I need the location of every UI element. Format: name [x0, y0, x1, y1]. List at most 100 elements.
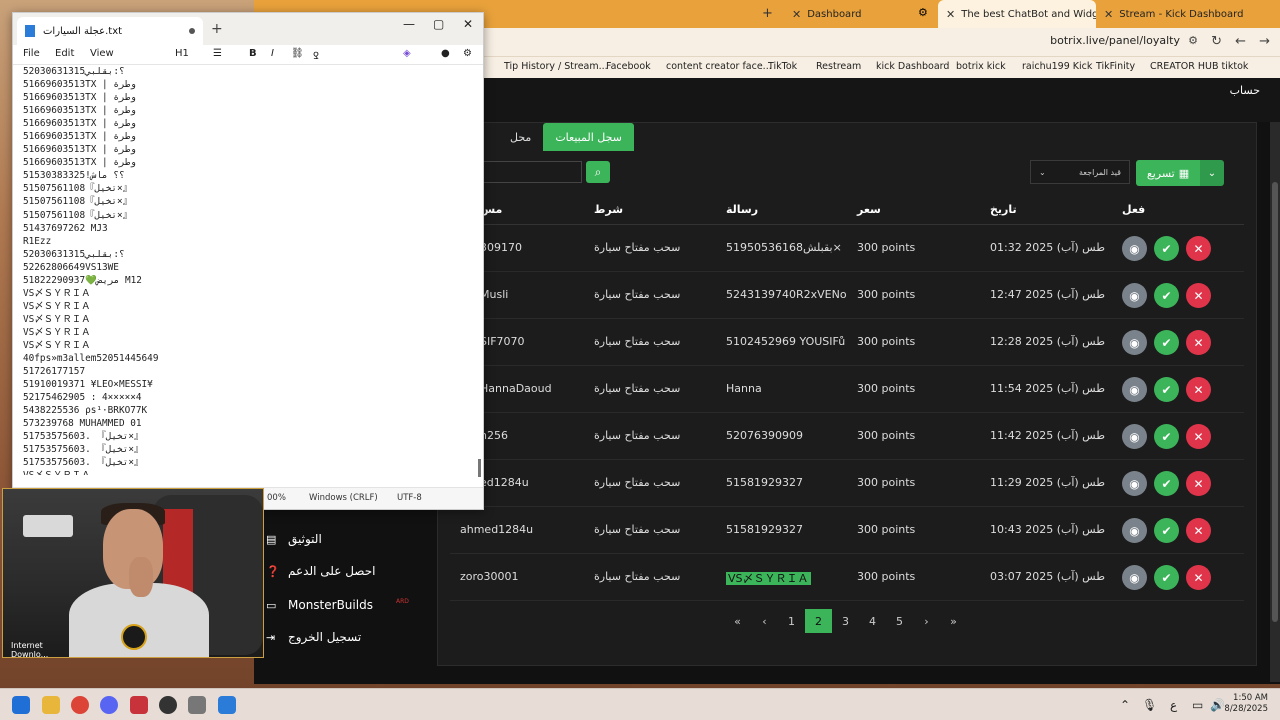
reject-button[interactable]: ✕: [1186, 236, 1211, 261]
clock[interactable]: 1:50 AM 8/28/2025: [1224, 693, 1268, 715]
tab-sales-log[interactable]: سجل المبيعات: [543, 123, 634, 151]
reject-button[interactable]: ✕: [1186, 283, 1211, 308]
view-button[interactable]: ◉: [1122, 424, 1147, 449]
bookmark-item[interactable]: CREATOR HUB tiktok: [1150, 61, 1248, 72]
minimize-icon[interactable]: —: [403, 17, 415, 31]
page-5[interactable]: 5: [886, 609, 913, 633]
page-scrollbar[interactable]: [1270, 122, 1280, 682]
language-indicator[interactable]: ع: [1170, 698, 1177, 712]
bookmark-item[interactable]: botrix kick: [956, 61, 1006, 72]
tab-shop[interactable]: محل: [498, 123, 543, 151]
notepad-taskbar-icon[interactable]: [218, 696, 236, 714]
page-2[interactable]: 2: [805, 609, 832, 633]
maximize-icon[interactable]: ▢: [433, 17, 444, 31]
reject-button[interactable]: ✕: [1186, 518, 1211, 543]
approve-button[interactable]: ✔: [1154, 471, 1179, 496]
status-filter-select[interactable]: ⌄ قيد المراجعة: [1030, 160, 1130, 184]
bookmark-item[interactable]: kick Dashboard: [876, 61, 949, 72]
menu-view[interactable]: View: [90, 48, 114, 59]
reject-button[interactable]: ✕: [1186, 330, 1211, 355]
bookmark-item[interactable]: Tip History / Stream...: [504, 61, 608, 72]
close-icon[interactable]: ✕: [1104, 8, 1113, 21]
bookmark-item[interactable]: raichu199 Kick: [1022, 61, 1092, 72]
approve-button[interactable]: ✔: [1154, 236, 1179, 261]
account-menu[interactable]: حساب: [1230, 84, 1260, 97]
bookmark-item[interactable]: Restream: [816, 61, 861, 72]
prev-page-icon[interactable]: ‹: [751, 609, 778, 633]
chrome-icon[interactable]: [71, 696, 89, 714]
heading-dropdown[interactable]: H1: [175, 48, 189, 59]
obs-icon[interactable]: [159, 696, 177, 714]
notepad-tab[interactable]: عجلة السيارات.txt: [17, 17, 203, 45]
tab-kick-dashboard[interactable]: ✕ Stream - Kick Dashboard: [1096, 0, 1246, 28]
next-page-icon[interactable]: ›: [913, 609, 940, 633]
reload-icon[interactable]: ↻: [1211, 34, 1222, 49]
gear-icon[interactable]: ⚙: [463, 48, 472, 59]
start-icon[interactable]: [12, 696, 30, 714]
bookmark-item[interactable]: TikTok: [768, 61, 797, 72]
sidebar-item-logout[interactable]: ⇥ تسجيل الخروج: [266, 630, 361, 644]
mic-icon[interactable]: 🎙: [1142, 698, 1157, 712]
tune-icon[interactable]: ⚙: [1188, 34, 1198, 47]
tab-dashboard[interactable]: ✕ Dashboard: [784, 0, 934, 28]
first-page-icon[interactable]: «: [724, 609, 751, 633]
last-page-icon[interactable]: »: [940, 609, 967, 633]
sidebar-item-support[interactable]: ❓ احصل على الدعم: [266, 564, 375, 578]
volume-icon[interactable]: 🔊: [1210, 698, 1225, 712]
reject-button[interactable]: ✕: [1186, 377, 1211, 402]
view-button[interactable]: ◉: [1122, 283, 1147, 308]
notepad-text-area[interactable]: 52030631315؟:بقلبي 51669603513TX | وطرة …: [23, 65, 471, 475]
settings-icon[interactable]: ⚙: [918, 6, 928, 19]
approve-button[interactable]: ✔: [1154, 518, 1179, 543]
copilot-icon[interactable]: ◈: [403, 48, 411, 59]
new-tab-icon[interactable]: +: [762, 6, 773, 21]
page-1[interactable]: 1: [778, 609, 805, 633]
link-icon[interactable]: ⛓: [291, 48, 304, 59]
view-button[interactable]: ◉: [1122, 518, 1147, 543]
close-icon[interactable]: ✕: [946, 8, 955, 21]
approve-button[interactable]: ✔: [1154, 330, 1179, 355]
view-button[interactable]: ◉: [1122, 330, 1147, 355]
export-dropdown-button[interactable]: ⌄: [1200, 160, 1224, 186]
approve-button[interactable]: ✔: [1154, 377, 1179, 402]
search-button[interactable]: ⌕: [586, 161, 610, 183]
reject-button[interactable]: ✕: [1186, 565, 1211, 590]
desktop-shortcut-label[interactable]: Internet Downlo...: [11, 641, 48, 657]
unsaved-dot-icon[interactable]: [189, 28, 195, 34]
list-icon[interactable]: ☰: [213, 48, 222, 59]
view-button[interactable]: ◉: [1122, 377, 1147, 402]
url-field[interactable]: botrix.live/panel/loyalty: [1050, 34, 1180, 47]
page-3[interactable]: 3: [832, 609, 859, 633]
back-icon[interactable]: ←: [1235, 34, 1246, 49]
close-icon[interactable]: ✕: [463, 17, 473, 31]
export-button[interactable]: تسريع ▦: [1136, 160, 1200, 186]
close-icon[interactable]: ✕: [792, 8, 801, 21]
chevron-up-icon[interactable]: ⌃: [1120, 698, 1130, 712]
new-tab-icon[interactable]: +: [211, 21, 223, 37]
bookmark-item[interactable]: TikFinity: [1096, 61, 1135, 72]
bookmark-item[interactable]: Facebook: [606, 61, 651, 72]
menu-file[interactable]: File: [23, 48, 40, 59]
bold-icon[interactable]: B: [249, 48, 257, 59]
reject-button[interactable]: ✕: [1186, 471, 1211, 496]
italic-icon[interactable]: I: [271, 48, 274, 59]
forward-icon[interactable]: →: [1259, 34, 1270, 49]
view-button[interactable]: ◉: [1122, 565, 1147, 590]
sidebar-item-docs[interactable]: ▤ التوثيق: [266, 532, 322, 546]
approve-button[interactable]: ✔: [1154, 283, 1179, 308]
reject-button[interactable]: ✕: [1186, 424, 1211, 449]
bookmark-item[interactable]: content creator face...: [666, 61, 772, 72]
approve-button[interactable]: ✔: [1154, 565, 1179, 590]
view-button[interactable]: ◉: [1122, 236, 1147, 261]
sidebar-item-monsterbuilds[interactable]: ▭ MonsterBuilds: [266, 598, 373, 612]
snipping-icon[interactable]: [188, 696, 206, 714]
app-icon[interactable]: [130, 696, 148, 714]
tab-chatbot[interactable]: ✕ The best ChatBot and Widgets: [938, 0, 1096, 28]
menu-edit[interactable]: Edit: [55, 48, 74, 59]
approve-button[interactable]: ✔: [1154, 424, 1179, 449]
discord-icon[interactable]: [100, 696, 118, 714]
network-icon[interactable]: ▭: [1192, 698, 1203, 712]
page-4[interactable]: 4: [859, 609, 886, 633]
clear-format-icon[interactable]: Ꝿ: [313, 48, 319, 62]
file-explorer-icon[interactable]: [42, 696, 60, 714]
